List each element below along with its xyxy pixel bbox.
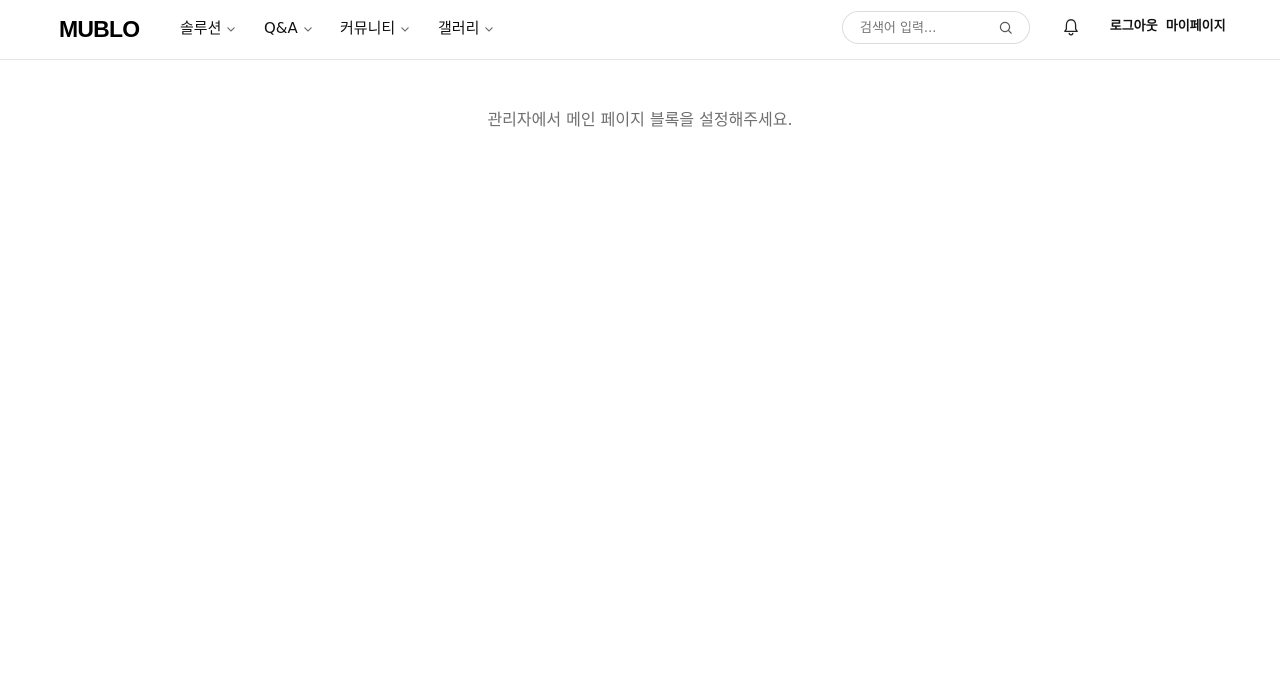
nav-item-gallery[interactable]: 갤러리 [438, 16, 495, 40]
search-input[interactable] [860, 18, 1000, 38]
search-box [842, 11, 1030, 44]
chevron-down-icon [485, 27, 494, 32]
logout-link[interactable]: 로그아웃 [1110, 18, 1158, 36]
chevron-down-icon [401, 27, 410, 32]
nav-label: 솔루션 [180, 19, 222, 37]
chevron-down-icon [303, 27, 312, 32]
site-header: MUBLO 솔루션 Q&A 커뮤니티 갤러리 로그아웃 마이 [0, 0, 1280, 60]
nav-label: 커뮤니티 [340, 19, 396, 37]
nav-label: 갤러리 [438, 19, 480, 37]
nav-item-qna[interactable]: Q&A [264, 16, 314, 40]
nav-label: Q&A [264, 19, 298, 37]
search-icon[interactable] [998, 20, 1014, 36]
chevron-down-icon [227, 27, 236, 32]
mypage-link[interactable]: 마이페이지 [1166, 18, 1226, 36]
bell-icon[interactable] [1061, 17, 1081, 37]
nav-item-community[interactable]: 커뮤니티 [340, 16, 411, 40]
empty-block-message: 관리자에서 메인 페이지 블록을 설정해주세요. [487, 110, 793, 129]
nav-item-solution[interactable]: 솔루션 [180, 16, 237, 40]
site-logo[interactable]: MUBLO [59, 15, 140, 43]
